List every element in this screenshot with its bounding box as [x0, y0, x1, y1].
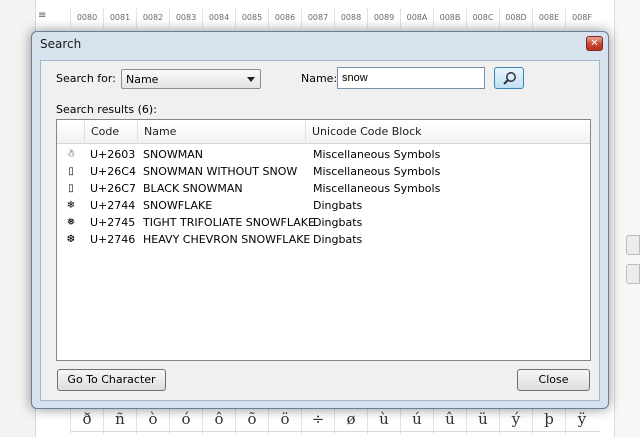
background-row-divider — [70, 431, 600, 437]
results-body: ☃ U+2603 SNOWMAN Miscellaneous Symbols ▯… — [57, 146, 590, 248]
block-cell: Dingbats — [313, 216, 363, 229]
column-header-block[interactable]: Unicode Code Block — [305, 120, 590, 144]
search-button[interactable] — [494, 67, 524, 89]
search-dialog: Search ✕ Search for: Name Name: Search r… — [31, 31, 609, 409]
background-side-button[interactable] — [626, 235, 640, 255]
character-glyph: ❅ — [66, 217, 76, 228]
go-to-character-button[interactable]: Go To Character — [57, 369, 166, 391]
table-row[interactable]: ❄ U+2744 SNOWFLAKE Dingbats — [57, 197, 590, 214]
background-column-header: 0085 — [235, 8, 268, 28]
table-row[interactable]: ❅ U+2745 TIGHT TRIFOLIATE SNOWFLAKE Ding… — [57, 214, 590, 231]
background-column-header: 0081 — [103, 8, 136, 28]
character-glyph: ❆ — [66, 234, 76, 245]
table-row[interactable]: ❆ U+2746 HEAVY CHEVRON SNOWFLAKE Dingbat… — [57, 231, 590, 248]
search-for-value: Name — [126, 73, 159, 86]
block-cell: Miscellaneous Symbols — [313, 148, 441, 161]
character-glyph: ▯ — [68, 166, 74, 177]
character-glyph: ☃ — [66, 149, 76, 160]
character-glyph: ▯ — [68, 183, 74, 194]
column-header-code[interactable]: Code — [84, 120, 137, 144]
chevron-down-icon — [247, 77, 255, 82]
table-row[interactable]: ▯ U+26C7 BLACK SNOWMAN Miscellaneous Sym… — [57, 180, 590, 197]
background-column-header: 0082 — [136, 8, 169, 28]
close-icon[interactable]: ✕ — [586, 36, 603, 51]
search-results-list[interactable]: Code Name Unicode Code Block ☃ U+2603 SN… — [56, 119, 591, 361]
background-column-header: 008B — [433, 8, 466, 28]
background-column-header: 008C — [466, 8, 499, 28]
background-side-button[interactable] — [626, 264, 640, 284]
background-column-header: 0084 — [202, 8, 235, 28]
background-column-header: 0080 — [70, 8, 103, 28]
background-column-header: 008D — [499, 8, 532, 28]
search-for-label: Search for: — [56, 72, 116, 85]
code-cell: U+26C7 — [90, 182, 136, 195]
name-cell: SNOWFLAKE — [143, 199, 213, 212]
background-column-header: 0089 — [367, 8, 400, 28]
background-column-header: 008F — [565, 8, 598, 28]
code-cell: U+2745 — [90, 216, 136, 229]
table-row[interactable]: ☃ U+2603 SNOWMAN Miscellaneous Symbols — [57, 146, 590, 163]
background-column-header: 0086 — [268, 8, 301, 28]
block-cell: Miscellaneous Symbols — [313, 165, 441, 178]
block-cell: Dingbats — [313, 199, 363, 212]
table-row[interactable]: ▯ U+26C4 SNOWMAN WITHOUT SNOW Miscellane… — [57, 163, 590, 180]
background-column-header: 008E — [532, 8, 565, 28]
close-button[interactable]: Close — [517, 369, 590, 391]
name-label: Name: — [301, 72, 338, 85]
name-search-input[interactable] — [337, 67, 485, 89]
column-header-name[interactable]: Name — [137, 120, 305, 144]
background-column-header: 008A — [400, 8, 433, 28]
menu-handle-icon[interactable]: ≡ — [38, 10, 48, 22]
name-cell: SNOWMAN — [143, 148, 203, 161]
block-cell: Miscellaneous Symbols — [313, 182, 441, 195]
code-cell: U+26C4 — [90, 165, 136, 178]
search-icon — [503, 72, 516, 85]
character-glyph: ❄ — [66, 200, 76, 211]
code-cell: U+2744 — [90, 199, 136, 212]
dialog-title: Search — [40, 37, 82, 51]
results-header: Code Name Unicode Code Block — [57, 120, 590, 144]
background-column-header: 0083 — [169, 8, 202, 28]
dialog-titlebar[interactable]: Search ✕ — [32, 32, 608, 56]
name-cell: SNOWMAN WITHOUT SNOW — [143, 165, 298, 178]
background-column-header: 0088 — [334, 8, 367, 28]
name-cell: HEAVY CHEVRON SNOWFLAKE — [143, 233, 311, 246]
search-results-label: Search results (6): — [56, 103, 157, 116]
background-column-headers: 0080 0081 0082 0083 0084 0085 0086 0087 0088 0089… — [70, 8, 598, 28]
code-cell: U+2603 — [90, 148, 136, 161]
block-cell: Dingbats — [313, 233, 363, 246]
background-right-strip — [614, 0, 640, 437]
dialog-body: Search for: Name Name: Search results (6… — [40, 60, 600, 401]
code-cell: U+2746 — [90, 233, 136, 246]
background-column-header: 0087 — [301, 8, 334, 28]
name-cell: TIGHT TRIFOLIATE SNOWFLAKE — [143, 216, 315, 229]
column-header-glyph[interactable] — [57, 120, 84, 144]
name-cell: BLACK SNOWMAN — [143, 182, 243, 195]
search-for-dropdown[interactable]: Name — [121, 69, 261, 89]
